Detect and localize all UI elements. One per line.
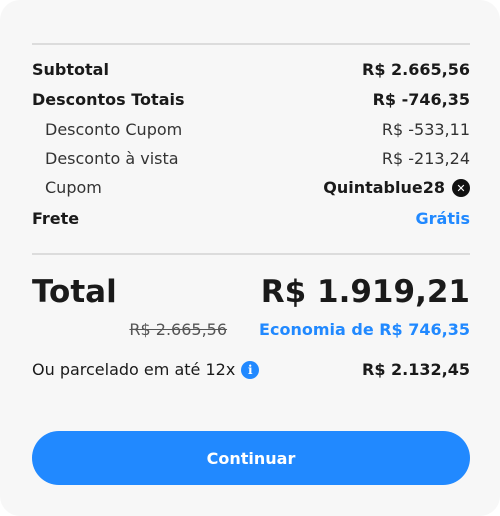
subtotal-value: R$ 2.665,56: [362, 60, 470, 79]
total-value: R$ 1.919,21: [260, 274, 470, 310]
shipping-row: Frete Grátis: [32, 208, 470, 230]
shipping-value: Grátis: [415, 209, 470, 228]
installments-value: R$ 2.132,45: [362, 360, 470, 379]
total-row: Total R$ 1.919,21: [32, 270, 470, 314]
savings-row: R$ 2.665,56 Economia de R$ 746,35: [32, 318, 470, 342]
cash-discount-value: R$ -213,24: [381, 149, 470, 168]
continue-button[interactable]: Continuar: [32, 431, 470, 485]
cash-discount-label: Desconto à vista: [45, 149, 179, 168]
original-price: R$ 2.665,56: [129, 320, 228, 339]
installments-row: Ou parcelado em até 12x i R$ 2.132,45: [32, 358, 470, 382]
total-discounts-value: R$ -746,35: [372, 90, 470, 109]
total-discounts-row: Descontos Totais R$ -746,35: [32, 89, 470, 111]
order-summary-card: Subtotal R$ 2.665,56 Descontos Totais R$…: [0, 0, 500, 516]
top-divider: [32, 43, 470, 45]
total-discounts-label: Descontos Totais: [32, 90, 185, 109]
installments-label-group: Ou parcelado em até 12x i: [32, 358, 260, 382]
middle-divider: [32, 253, 470, 255]
subtotal-label: Subtotal: [32, 60, 109, 79]
info-icon[interactable]: i: [241, 361, 260, 379]
coupon-label: Cupom: [45, 178, 102, 197]
installments-label: Ou parcelado em até 12x: [32, 360, 236, 379]
cash-discount-row: Desconto à vista R$ -213,24: [32, 148, 470, 170]
coupon-value: Quintablue28 ✕: [323, 177, 470, 199]
coupon-code: Quintablue28: [323, 178, 445, 197]
total-label: Total: [32, 274, 117, 310]
coupon-discount-row: Desconto Cupom R$ -533,11: [32, 119, 470, 141]
coupon-row: Cupom Quintablue28 ✕: [32, 177, 470, 199]
coupon-discount-label: Desconto Cupom: [45, 120, 183, 139]
shipping-label: Frete: [32, 209, 80, 228]
savings-text: Economia de R$ 746,35: [259, 320, 470, 339]
subtotal-row: Subtotal R$ 2.665,56: [32, 59, 470, 81]
coupon-discount-value: R$ -533,11: [381, 120, 470, 139]
remove-coupon-icon[interactable]: ✕: [452, 179, 470, 197]
